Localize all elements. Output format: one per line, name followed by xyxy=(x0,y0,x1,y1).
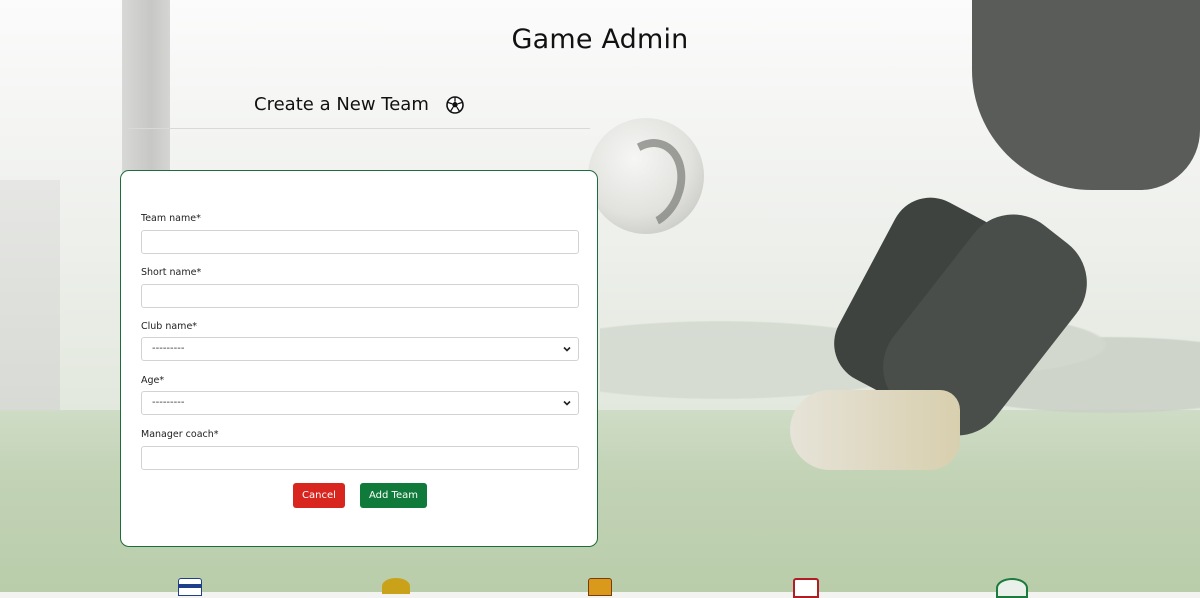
chevron-down-icon xyxy=(562,344,572,354)
team-name-group: Team name* xyxy=(141,213,579,254)
team-name-input[interactable] xyxy=(141,229,579,254)
age-select[interactable]: --------- xyxy=(141,391,579,415)
add-team-button[interactable]: Add Team xyxy=(360,483,427,508)
create-team-form: Team name* Short name* Club name* ------… xyxy=(120,170,598,547)
short-name-group: Short name* xyxy=(141,267,579,308)
club-name-select[interactable]: --------- xyxy=(141,337,579,361)
cancel-button[interactable]: Cancel xyxy=(293,483,345,508)
scotland-crest-icon[interactable] xyxy=(588,578,612,596)
age-value: --------- xyxy=(152,397,185,408)
short-name-label: Short name* xyxy=(141,267,202,278)
short-name-input[interactable] xyxy=(141,283,579,308)
ireland-crest-icon[interactable] xyxy=(996,578,1028,598)
manager-coach-group: Manager coach* xyxy=(141,429,579,470)
wales-crest-icon[interactable] xyxy=(793,578,819,598)
club-name-value: --------- xyxy=(152,343,185,354)
team-name-label: Team name* xyxy=(141,213,201,224)
manager-coach-label: Manager coach* xyxy=(141,429,219,440)
manager-coach-input[interactable] xyxy=(141,445,579,470)
form-actions: Cancel Add Team xyxy=(121,483,599,508)
club-name-group: Club name* --------- xyxy=(141,321,579,361)
chevron-down-icon xyxy=(562,398,572,408)
soccer-ball-icon xyxy=(446,95,464,114)
age-label: Age* xyxy=(141,375,165,386)
age-group: Age* --------- xyxy=(141,375,579,415)
england-crest-icon[interactable] xyxy=(178,578,202,596)
section-title: Create a New Team xyxy=(254,94,429,115)
page-title: Game Admin xyxy=(511,24,689,55)
section-header: Create a New Team xyxy=(128,94,590,129)
club-name-label: Club name* xyxy=(141,321,198,332)
